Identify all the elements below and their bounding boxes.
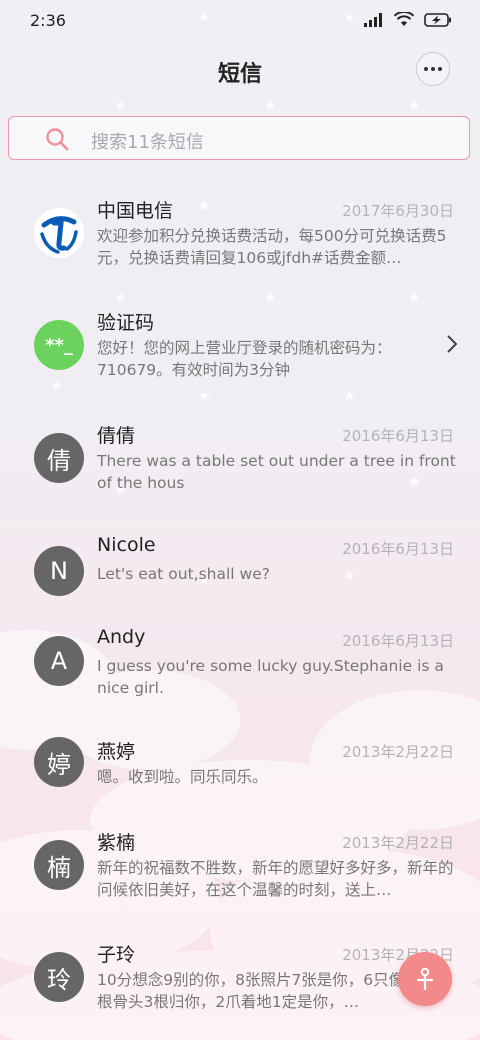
message-preview: Let's eat out,shall we? bbox=[97, 565, 270, 583]
message-preview: 嗯。收到啦。同乐同乐。 bbox=[97, 768, 268, 786]
message-preview: 欢迎参加积分兑换话费活动，每500分可兑换话费5元，兑换话费请回复106或jfd… bbox=[97, 227, 447, 267]
contact-name: 燕婷 bbox=[97, 741, 136, 763]
conversation-item[interactable]: A Andy 2016年6月13日 I guess you're some lu… bbox=[0, 608, 480, 719]
contact-name: 中国电信 bbox=[97, 200, 174, 222]
message-preview: I guess you're some lucky guy.Stephanie … bbox=[97, 657, 444, 697]
avatar: 婷 bbox=[34, 737, 84, 787]
message-date: 2016年6月13日 bbox=[342, 540, 454, 558]
avatar: 倩 bbox=[34, 433, 84, 483]
message-date: 2013年2月22日 bbox=[342, 834, 454, 852]
avatar: 玲 bbox=[34, 952, 84, 1002]
contact-name: 验证码 bbox=[97, 312, 155, 334]
contact-name: Andy bbox=[97, 626, 146, 648]
china-telecom-logo-icon bbox=[34, 208, 84, 258]
conversation-item[interactable]: **_ 验证码 您好！您的网上营业厅登录的随机密码为：710679。有效时间为3… bbox=[0, 290, 480, 403]
more-button[interactable] bbox=[416, 52, 450, 86]
conversation-item[interactable]: 倩 倩倩 2016年6月13日 There was a table set ou… bbox=[0, 403, 480, 516]
message-date: 2017年6月30日 bbox=[342, 202, 454, 220]
signal-icon bbox=[364, 12, 382, 27]
conversation-item[interactable]: N Nicole 2016年6月13日 Let's eat out,shall … bbox=[0, 516, 480, 608]
contact-name: Nicole bbox=[97, 534, 156, 556]
message-date: 2016年6月13日 bbox=[342, 427, 454, 445]
contact-name: 子玲 bbox=[97, 944, 136, 966]
conversation-item[interactable]: 楠 紫楠 2013年2月22日 新年的祝福数不胜数，新年的愿望好多好多，新年的问… bbox=[0, 810, 480, 922]
search-icon bbox=[46, 128, 69, 151]
status-bar: 2:36 bbox=[0, 0, 480, 40]
avatar: A bbox=[34, 636, 84, 686]
wifi-icon bbox=[394, 12, 414, 26]
message-preview: 您好！您的网上营业厅登录的随机密码为：710679。有效时间为3分钟 bbox=[97, 339, 392, 379]
contact-name: 倩倩 bbox=[97, 425, 136, 447]
avatar: **_ bbox=[34, 320, 84, 370]
conversation-item[interactable]: 中国电信 2017年6月30日 欢迎参加积分兑换话费活动，每500分可兑换话费5… bbox=[0, 178, 480, 290]
contact-name: 紫楠 bbox=[97, 832, 136, 854]
message-preview: 新年的祝福数不胜数，新年的愿望好多好多，新年的问候依旧美好，在这个温馨的时刻，送… bbox=[97, 859, 454, 899]
conversation-item[interactable]: 婷 燕婷 2013年2月22日 嗯。收到啦。同乐同乐。 bbox=[0, 719, 480, 810]
message-preview: There was a table set out under a tree i… bbox=[97, 452, 456, 492]
chevron-right-icon[interactable] bbox=[446, 334, 458, 354]
search-input[interactable]: 搜索11条短信 bbox=[8, 116, 470, 160]
message-date: 2016年6月13日 bbox=[342, 632, 454, 650]
more-icon bbox=[424, 67, 442, 71]
app-header: 短信 bbox=[0, 40, 480, 102]
compose-icon bbox=[416, 967, 434, 991]
avatar: N bbox=[34, 546, 84, 596]
telecom-logo-avatar bbox=[34, 208, 84, 258]
compose-button[interactable] bbox=[398, 952, 452, 1006]
avatar: 楠 bbox=[34, 840, 84, 890]
page-title: 短信 bbox=[217, 62, 262, 87]
battery-charging-icon bbox=[424, 12, 451, 27]
search-placeholder: 搜索11条短信 bbox=[91, 132, 204, 153]
message-date: 2013年2月22日 bbox=[342, 743, 454, 761]
status-time: 2:36 bbox=[30, 11, 66, 30]
